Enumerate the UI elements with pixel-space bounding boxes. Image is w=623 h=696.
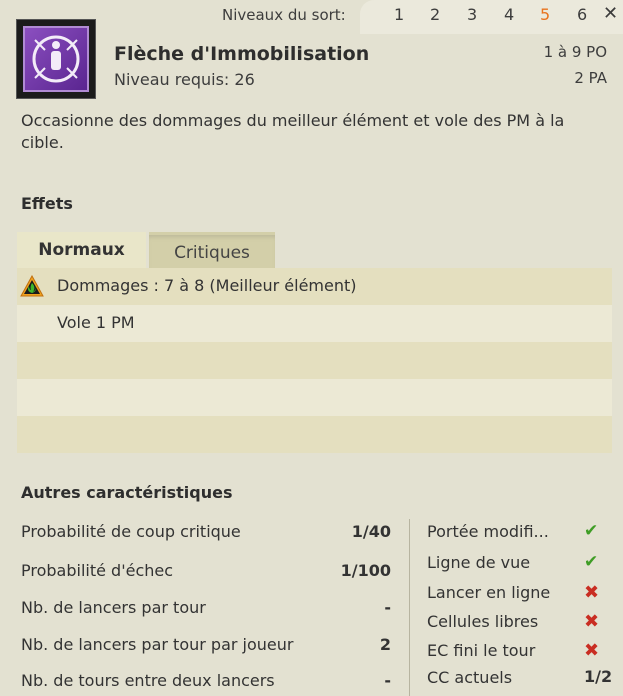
level-5-tab[interactable]: 5 bbox=[540, 5, 550, 24]
cross-icon: ✖ bbox=[584, 640, 600, 661]
property-row: Cellules libres ✖ bbox=[427, 611, 623, 632]
effect-text: Dommages : 7 à 8 (Meilleur élément) bbox=[57, 276, 357, 295]
spell-description: Occasionne des dommages du meilleur élém… bbox=[21, 111, 565, 152]
spell-cost: 2 PA bbox=[574, 69, 607, 87]
characteristic-value: 2 bbox=[379, 635, 391, 654]
tab-normal[interactable]: Normaux bbox=[17, 232, 146, 268]
cross-icon: ✖ bbox=[584, 582, 600, 603]
effect-row: Vole 1 PM bbox=[17, 305, 612, 342]
characteristic-row: Nb. de lancers par tour - bbox=[21, 598, 391, 617]
characteristic-row: Nb. de lancers par tour par joueur 2 bbox=[21, 635, 391, 654]
property-label: Portée modifi... bbox=[427, 522, 549, 541]
close-icon[interactable]: ✕ bbox=[603, 3, 618, 24]
level-1-tab[interactable]: 1 bbox=[394, 5, 404, 24]
effect-row bbox=[17, 416, 612, 453]
effects-list: Dommages : 7 à 8 (Meilleur élément) Vole… bbox=[17, 268, 612, 453]
cross-icon: ✖ bbox=[584, 611, 600, 632]
levels-label: Niveaux du sort: bbox=[222, 6, 346, 24]
property-row: Lancer en ligne ✖ bbox=[427, 582, 623, 603]
characteristic-label: Probabilité d'échec bbox=[21, 561, 174, 580]
immobilization-spell-icon bbox=[16, 19, 96, 99]
property-label: EC fini le tour bbox=[427, 641, 536, 660]
property-label: Ligne de vue bbox=[427, 553, 531, 572]
critical-count: 1/2 bbox=[584, 667, 613, 686]
characteristic-value: - bbox=[384, 671, 391, 690]
property-row: Portée modifi... ✔ bbox=[427, 521, 623, 541]
characteristic-label: Nb. de lancers par tour bbox=[21, 598, 206, 617]
best-element-icon bbox=[20, 274, 44, 297]
characteristic-value: 1/100 bbox=[340, 561, 391, 580]
property-label: CC actuels bbox=[427, 668, 513, 687]
characteristic-label: Nb. de lancers par tour par joueur bbox=[21, 635, 294, 654]
property-row: EC fini le tour ✖ bbox=[427, 640, 623, 661]
level-3-tab[interactable]: 3 bbox=[467, 5, 477, 24]
effect-text: Vole 1 PM bbox=[57, 313, 135, 332]
level-6-tab[interactable]: 6 bbox=[577, 5, 587, 24]
property-row: CC actuels 1/2 bbox=[427, 667, 623, 687]
effects-title: Effets bbox=[21, 194, 73, 213]
characteristic-value: 1/40 bbox=[351, 522, 391, 541]
characteristic-label: Nb. de tours entre deux lancers bbox=[21, 671, 275, 690]
column-divider bbox=[409, 519, 410, 696]
property-label: Lancer en ligne bbox=[427, 583, 551, 602]
level-2-tab[interactable]: 2 bbox=[430, 5, 440, 24]
effect-row bbox=[17, 379, 612, 416]
required-level: Niveau requis: 26 bbox=[114, 70, 255, 89]
check-icon: ✔ bbox=[584, 521, 599, 541]
level-4-tab[interactable]: 4 bbox=[504, 5, 514, 24]
characteristic-label: Probabilité de coup critique bbox=[21, 522, 241, 541]
characteristic-row: Probabilité de coup critique 1/40 bbox=[21, 522, 391, 541]
spell-range: 1 à 9 PO bbox=[543, 43, 607, 61]
check-icon: ✔ bbox=[584, 552, 599, 572]
property-row: Ligne de vue ✔ bbox=[427, 552, 623, 572]
effect-row: Dommages : 7 à 8 (Meilleur élément) bbox=[17, 268, 612, 305]
characteristic-row: Probabilité d'échec 1/100 bbox=[21, 561, 391, 580]
effect-row bbox=[17, 342, 612, 379]
spell-tooltip-panel: Niveaux du sort: 1 2 3 4 5 6 ✕ Flèche d'… bbox=[0, 0, 623, 696]
characteristics-title: Autres caractéristiques bbox=[21, 483, 233, 502]
characteristic-row: Nb. de tours entre deux lancers - bbox=[21, 671, 391, 690]
tab-critical[interactable]: Critiques bbox=[149, 232, 275, 271]
spell-name: Flèche d'Immobilisation bbox=[114, 43, 370, 65]
characteristic-value: - bbox=[384, 598, 391, 617]
property-label: Cellules libres bbox=[427, 612, 539, 631]
